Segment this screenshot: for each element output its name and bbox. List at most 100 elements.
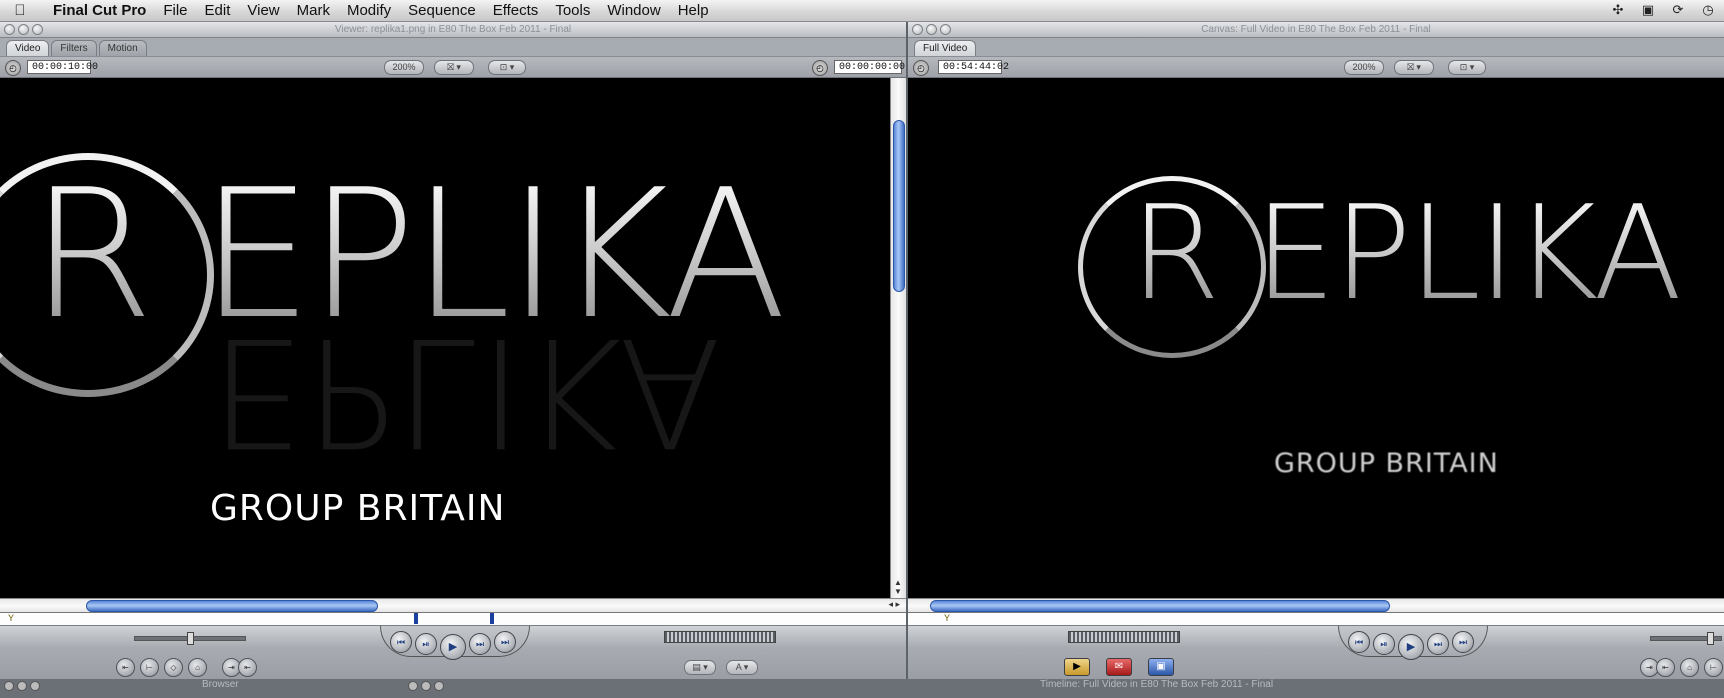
canvas-jog-slider[interactable] xyxy=(1650,632,1722,645)
next-edit-button[interactable]: ⏭ xyxy=(494,631,516,653)
canvas-hscroll-thumb[interactable] xyxy=(930,600,1390,612)
viewer-jog-slider[interactable] xyxy=(134,632,246,645)
canvas-control-row: ◴ 00:54:44:02 200% ⛝ ▾ ⊡ ▾ xyxy=(908,56,1724,78)
viewer-title-bar[interactable]: Viewer: replika1.png in E80 The Box Feb … xyxy=(0,22,906,38)
dashboard-icon[interactable]: ▣ xyxy=(1640,1,1656,17)
minimize-icon[interactable] xyxy=(926,24,937,35)
canvas-playhead-icon[interactable]: Y xyxy=(944,613,950,623)
match-frame-button[interactable]: ⇤ xyxy=(116,658,135,677)
mark-in-button[interactable]: ⊢ xyxy=(140,658,159,677)
viewer-vscroll-thumb[interactable] xyxy=(893,120,905,292)
zoom-icon[interactable] xyxy=(32,24,43,35)
minimize-icon[interactable] xyxy=(17,681,27,691)
mark-out-button[interactable]: ◇ xyxy=(164,658,183,677)
canvas-previous-edit-button[interactable]: ⏮ xyxy=(1348,631,1370,653)
out-point-marker[interactable] xyxy=(490,613,494,624)
viewer-control-row: ◴ 00:00:10:00 200% ⛝ ▾ ⊡ ▾ ◴ 00:00:00:00 xyxy=(0,56,906,78)
bluetooth-icon[interactable]: ✣ xyxy=(1610,1,1626,17)
canvas-logo-letter: R xyxy=(1130,177,1221,329)
playhead-icon[interactable]: Y xyxy=(8,613,14,623)
minimize-icon[interactable] xyxy=(18,24,29,35)
viewer-logo-letter: R xyxy=(30,151,154,358)
canvas-title: Canvas: Full Video in E80 The Box Feb 20… xyxy=(1201,24,1431,35)
canvas-jog-knob[interactable] xyxy=(1707,632,1714,645)
viewer-hscroll-thumb[interactable] xyxy=(86,600,378,612)
zoom-icon[interactable] xyxy=(940,24,951,35)
menu-file[interactable]: File xyxy=(163,2,187,19)
menu-edit[interactable]: Edit xyxy=(205,2,231,19)
minimize-icon[interactable] xyxy=(421,681,431,691)
viewer-horizontal-scrollbar[interactable]: ◂ ▸ xyxy=(0,598,906,613)
close-icon[interactable] xyxy=(912,24,923,35)
menu-tools[interactable]: Tools xyxy=(555,2,590,19)
menu-bar:  Final Cut Pro File Edit View Mark Modi… xyxy=(0,0,1724,22)
viewer-scrubber[interactable]: Y xyxy=(0,612,906,626)
canvas-play-in-out-button[interactable]: ⏯ xyxy=(1373,633,1395,655)
canvas-view-popup[interactable]: ⛝ ▾ xyxy=(1394,60,1434,75)
duration-field[interactable]: 00:00:10:00 xyxy=(27,60,98,74)
viewer-vertical-scrollbar[interactable]: ▲ ▼ xyxy=(890,78,906,598)
insert-edit-button[interactable]: ▶ xyxy=(1064,658,1090,676)
canvas-mark-in-button[interactable]: ⊢ xyxy=(1704,658,1723,677)
scroll-arrows-icon[interactable]: ▲ ▼ xyxy=(894,578,902,596)
canvas-play-around-button[interactable]: ⏭ xyxy=(1427,633,1449,655)
add-marker-button[interactable]: ⌂ xyxy=(188,658,207,677)
zoom-icon[interactable] xyxy=(30,681,40,691)
play-around-button[interactable]: ⏭ xyxy=(469,633,491,655)
close-icon[interactable] xyxy=(408,681,418,691)
view-popup[interactable]: ⛝ ▾ xyxy=(434,60,474,75)
replace-edit-button[interactable]: ▣ xyxy=(1148,658,1174,676)
canvas-zoom-popup[interactable]: 200% xyxy=(1344,60,1384,75)
browser-title[interactable]: Browser xyxy=(202,679,239,698)
hscroll-arrows-icon[interactable]: ◂ ▸ xyxy=(888,599,900,610)
tab-video[interactable]: Video xyxy=(6,40,50,57)
canvas-mark-split-button[interactable]: ⇤ xyxy=(1656,658,1675,677)
viewer-video-area[interactable]: R EPLIKA EPLIKA GROUP BRITAIN xyxy=(0,78,890,598)
canvas-logo-subtitle: GROUP BRITAIN xyxy=(1274,448,1499,479)
sync-icon[interactable]: ⟳ xyxy=(1670,1,1686,17)
close-icon[interactable] xyxy=(4,24,15,35)
canvas-scrubber[interactable]: Y xyxy=(908,612,1724,626)
menu-sequence[interactable]: Sequence xyxy=(408,2,476,19)
menu-modify[interactable]: Modify xyxy=(347,2,391,19)
zoom-popup[interactable]: 200% xyxy=(384,60,424,75)
canvas-timecode-field[interactable]: 00:54:44:02 xyxy=(938,60,1009,74)
menu-effects[interactable]: Effects xyxy=(493,2,539,19)
canvas-add-marker-button[interactable]: ⌂ xyxy=(1680,658,1699,677)
canvas-shuttle-control[interactable] xyxy=(1068,631,1180,643)
previous-edit-button[interactable]: ⏮ xyxy=(390,631,412,653)
menu-help[interactable]: Help xyxy=(678,2,709,19)
viewer-window-controls xyxy=(4,24,43,35)
menu-mark[interactable]: Mark xyxy=(297,2,330,19)
mark-split-button[interactable]: ⇤ xyxy=(238,658,257,677)
canvas-next-edit-button[interactable]: ⏭ xyxy=(1452,631,1474,653)
zoom-icon[interactable] xyxy=(434,681,444,691)
tab-motion[interactable]: Motion xyxy=(98,40,147,57)
canvas-title-bar[interactable]: Canvas: Full Video in E80 The Box Feb 20… xyxy=(908,22,1724,38)
play-button[interactable]: ▶ xyxy=(440,634,466,660)
recent-clips-popup[interactable]: ▤ ▾ xyxy=(684,660,716,675)
canvas-horizontal-scrollbar[interactable] xyxy=(908,598,1724,613)
jog-knob[interactable] xyxy=(187,632,194,645)
generator-popup[interactable]: A ▾ xyxy=(726,660,758,675)
canvas-video-area[interactable]: R EPLIKA GROUP BRITAIN xyxy=(908,78,1724,598)
canvas-window-controls xyxy=(912,24,951,35)
menu-view[interactable]: View xyxy=(247,2,279,19)
tab-full-video[interactable]: Full Video xyxy=(914,40,977,57)
menu-window[interactable]: Window xyxy=(607,2,660,19)
time-machine-icon[interactable]: ◷ xyxy=(1700,1,1716,17)
play-in-out-button[interactable]: ⏯ xyxy=(415,633,437,655)
duration-clock-icon: ◴ xyxy=(5,60,21,76)
timeline-title[interactable]: Timeline: Full Video in E80 The Box Feb … xyxy=(1040,679,1273,698)
close-icon[interactable] xyxy=(4,681,14,691)
overwrite-edit-button[interactable]: ✉ xyxy=(1106,658,1132,676)
canvas-play-button[interactable]: ▶ xyxy=(1398,634,1424,660)
canvas-overlay-popup[interactable]: ⊡ ▾ xyxy=(1448,60,1486,75)
overlay-popup[interactable]: ⊡ ▾ xyxy=(488,60,526,75)
tab-filters[interactable]: Filters xyxy=(51,40,97,57)
app-menu[interactable]: Final Cut Pro xyxy=(53,2,146,19)
apple-menu-icon[interactable]:  xyxy=(0,2,40,19)
current-timecode-field[interactable]: 00:00:00:00 xyxy=(834,60,905,74)
in-point-marker[interactable] xyxy=(414,613,418,624)
viewer-shuttle-control[interactable] xyxy=(664,631,776,643)
